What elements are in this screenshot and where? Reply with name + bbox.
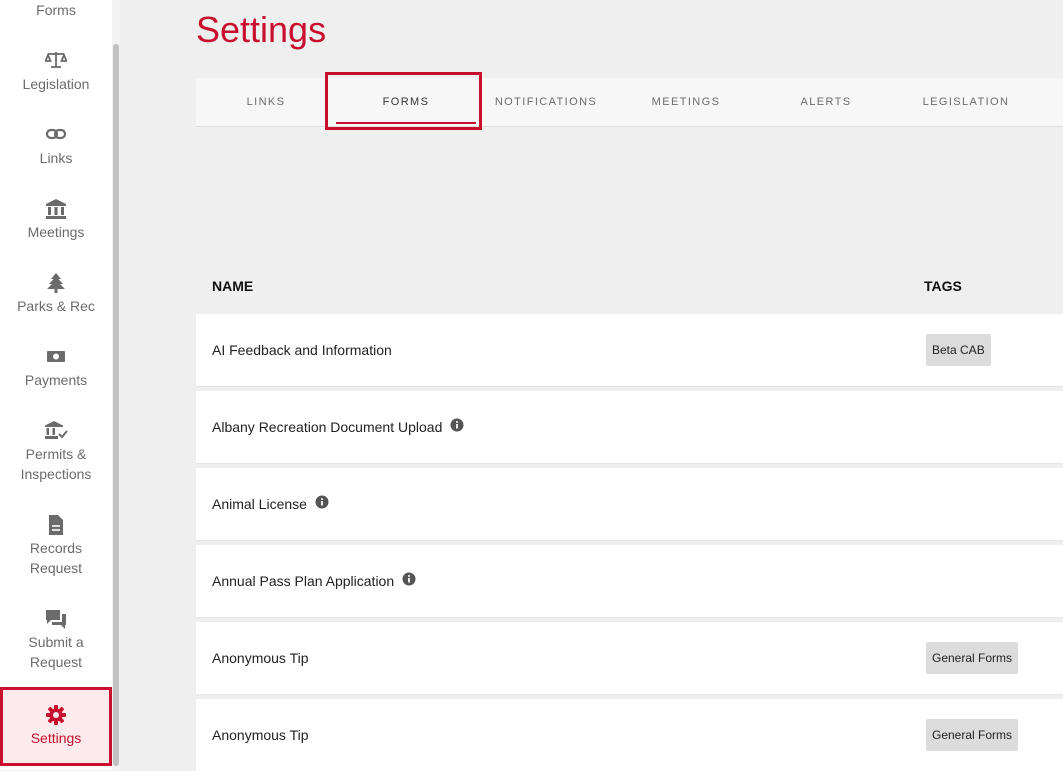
tag-badge: General Forms [926,642,1019,674]
sidebar-item-label: Legislation [22,76,90,92]
sidebar-item-label: Forms [36,2,76,18]
sidebar-item-forms[interactable]: Forms [0,0,112,20]
column-header-name: NAME [212,278,254,294]
form-name: AI Feedback and Information [212,342,392,358]
sidebar-item-label: Meetings [27,224,85,240]
gear-icon [3,704,109,726]
column-header-tags: TAGS [924,278,962,294]
link-icon [0,124,112,146]
sidebar-item-label-line2: Inspections [20,466,92,482]
table-header: NAME TAGS [196,270,1063,302]
sidebar-scrollbar[interactable] [112,0,120,770]
tab-label: FORMS [382,96,430,108]
tree-icon [0,272,112,294]
info-icon[interactable] [450,391,464,463]
sidebar-item-settings[interactable]: Settings [0,687,112,766]
form-name-cell: Albany Recreation Document Upload [212,391,464,463]
sidebar-item-links[interactable]: Links [0,124,112,184]
form-name-cell: Annual Pass Plan Application [212,545,416,617]
page-title: Settings [196,9,327,50]
form-name: Anonymous Tip [212,727,309,743]
sidebar-item-label: Submit a [28,634,84,650]
sidebar-item-label: Links [39,150,73,166]
tab-alerts[interactable]: ALERTS [756,78,896,126]
table-row[interactable]: Albany Recreation Document Upload [196,391,1063,463]
form-name: Animal License [212,496,307,512]
tab-links[interactable]: LINKS [196,78,336,126]
tab-label: NOTIFICATIONS [494,96,598,108]
sidebar-item-label-line2: Request [29,654,83,670]
sidebar-item-submit-request[interactable]: Submit a Request [0,608,112,678]
sidebar-item-parks-rec[interactable]: Parks & Rec [0,272,112,332]
permit-building-icon [0,420,112,442]
chat-icon [0,608,112,630]
tab-label: ALERTS [800,96,852,108]
sidebar-item-label: Permits & [25,446,87,462]
tag-badge: Beta CAB [926,334,991,366]
table-row[interactable]: Anonymous Tip General Forms [196,622,1063,694]
sidebar-item-label: Records [29,540,83,556]
tab-meetings[interactable]: MEETINGS [616,78,756,126]
form-name: Albany Recreation Document Upload [212,419,443,435]
form-name-cell: Animal License [212,468,329,540]
tab-label: LINKS [246,96,286,108]
document-icon [0,514,112,536]
sidebar-item-records-request[interactable]: Records Request [0,514,112,584]
sidebar-item-label: Parks & Rec [17,298,95,314]
settings-tabs: LINKS FORMS NOTIFICATIONS MEETINGS ALERT… [196,78,1063,127]
tab-forms[interactable]: FORMS [336,78,476,126]
info-icon[interactable] [402,545,416,617]
table-row[interactable]: Annual Pass Plan Application [196,545,1063,617]
info-icon[interactable] [315,468,329,540]
active-tab-indicator [336,122,476,124]
tab-legislation[interactable]: LEGISLATION [896,78,1036,126]
sidebar-item-label: Payments [24,372,88,388]
tab-label: MEETINGS [651,96,721,108]
sidebar-item-legislation[interactable]: Legislation [0,50,112,110]
scales-icon [0,50,112,72]
sidebar-item-permits-inspections[interactable]: Permits & Inspections [0,420,112,490]
money-icon [0,346,112,368]
sidebar-nav: Forms Legislation Links Meetings Parks &… [0,0,112,770]
sidebar-item-label-line2: Request [29,560,83,576]
tab-label: LEGISLATION [922,96,1010,108]
sidebar-item-label: Settings [30,730,82,746]
tab-notifications[interactable]: NOTIFICATIONS [476,78,616,126]
table-row[interactable]: Anonymous Tip General Forms [196,699,1063,771]
sidebar-item-payments[interactable]: Payments [0,346,112,406]
form-name: Annual Pass Plan Application [212,573,395,589]
form-name: Anonymous Tip [212,650,309,666]
table-row[interactable]: AI Feedback and Information Beta CAB [196,314,1063,386]
table-row[interactable]: Animal License [196,468,1063,540]
tag-badge: General Forms [926,719,1019,751]
building-icon [0,198,112,220]
sidebar-scrollbar-thumb[interactable] [113,44,119,766]
sidebar-item-meetings[interactable]: Meetings [0,198,112,258]
